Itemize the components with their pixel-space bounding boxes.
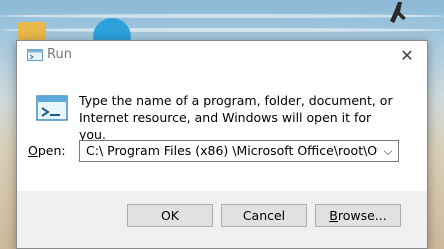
ok-button[interactable]: OK bbox=[127, 204, 213, 227]
open-label-text: pen: bbox=[37, 143, 66, 158]
dialog-footer: OK Cancel Browse... bbox=[17, 191, 427, 248]
close-button[interactable]: ✕ bbox=[387, 41, 427, 71]
title-bar[interactable]: Run ✕ bbox=[17, 41, 427, 71]
open-label: Open: bbox=[28, 143, 66, 158]
cancel-button[interactable]: Cancel bbox=[221, 204, 307, 227]
open-label-accelerator: O bbox=[28, 143, 38, 158]
browse-button[interactable]: Browse... bbox=[315, 204, 401, 227]
chevron-down-icon[interactable]: ⌵ bbox=[378, 141, 398, 161]
open-input[interactable]: C:\ Program Files (x86) \Microsoft Offic… bbox=[86, 141, 378, 161]
dialog-content: Type the name of a program, folder, docu… bbox=[17, 71, 427, 191]
browse-accelerator: B bbox=[329, 208, 338, 223]
close-icon: ✕ bbox=[400, 46, 414, 65]
run-icon-large bbox=[36, 95, 68, 121]
open-combobox[interactable]: C:\ Program Files (x86) \Microsoft Offic… bbox=[79, 140, 399, 162]
run-dialog: Run ✕ Type the name of a program, folder… bbox=[16, 40, 428, 249]
run-icon bbox=[27, 49, 43, 61]
browse-label: rowse... bbox=[337, 208, 387, 223]
window-title: Run bbox=[47, 47, 72, 62]
runner-silhouette bbox=[390, 2, 406, 23]
desktop-folder-icon[interactable] bbox=[18, 22, 46, 40]
dialog-description: Type the name of a program, folder, docu… bbox=[79, 93, 393, 142]
